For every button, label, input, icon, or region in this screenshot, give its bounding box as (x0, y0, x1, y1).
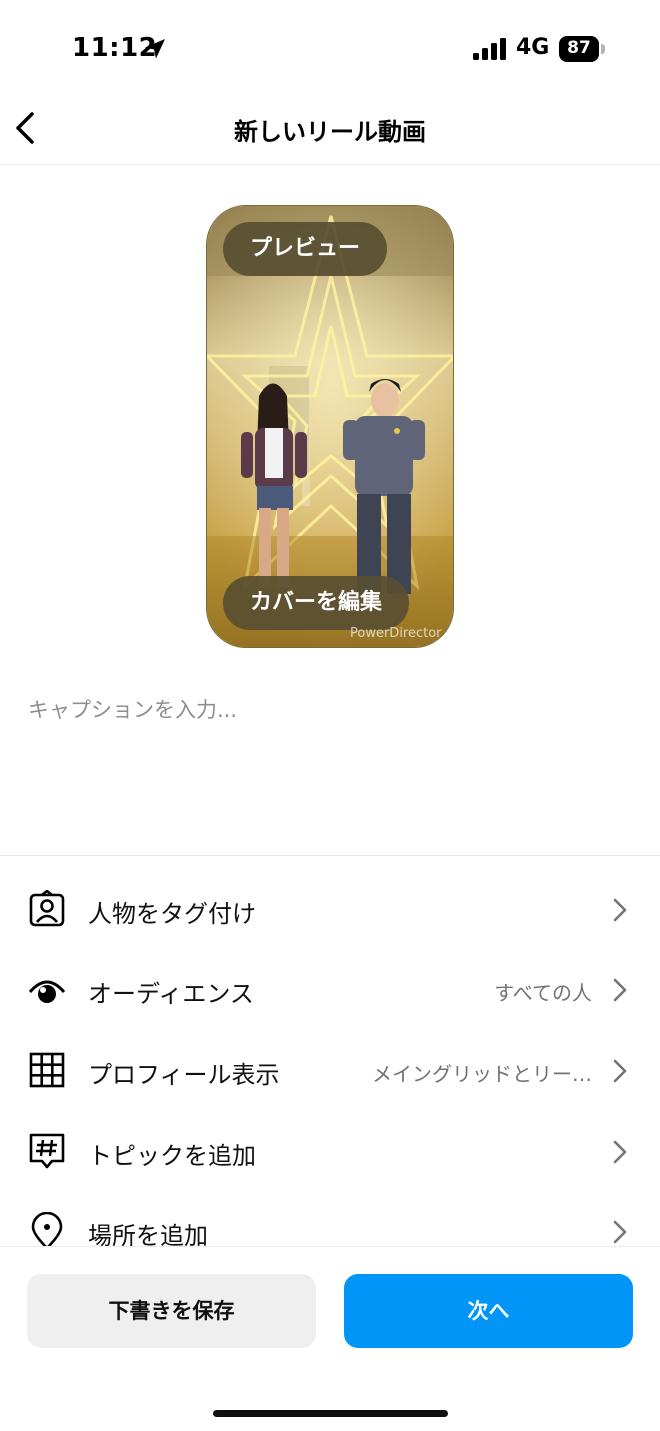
tag-people-row[interactable]: 人物をタグ付け (0, 870, 660, 950)
watermark-text: PowerDirector (350, 626, 442, 641)
reel-share-screen: 11:12 4G 87 新しいリール動画 プレビュー カバーを編集 PowerD… (0, 0, 660, 1431)
chevron-right-icon (613, 1140, 627, 1164)
row-label: プロフィール表示 (88, 1061, 280, 1089)
add-topic-row[interactable]: トピックを追加 (0, 1112, 660, 1192)
chevron-right-icon (613, 1059, 627, 1083)
edit-cover-button[interactable]: カバーを編集 (223, 576, 409, 630)
audience-row[interactable]: オーディエンス すべての人 (0, 950, 660, 1030)
chevron-right-icon (613, 1220, 627, 1244)
row-label: トピックを追加 (88, 1142, 256, 1170)
hashtag-icon (29, 1133, 65, 1169)
row-value: メイングリッドとリー… (372, 1062, 592, 1086)
tag-person-icon (29, 890, 65, 927)
home-indicator[interactable] (213, 1410, 448, 1417)
bottom-action-bar: 下書きを保存 次へ (0, 1246, 660, 1431)
page-title: 新しいリール動画 (234, 118, 426, 146)
caption-input[interactable]: キャプションを入力... (28, 694, 237, 724)
grid-icon (29, 1052, 65, 1088)
profile-display-row[interactable]: プロフィール表示 メイングリッドとリー… (0, 1031, 660, 1111)
eye-icon (28, 980, 66, 1003)
preview-button[interactable]: プレビュー (223, 222, 387, 276)
battery-icon: 87 (559, 36, 605, 62)
chevron-right-icon (613, 898, 627, 922)
row-label: オーディエンス (88, 980, 254, 1008)
row-label: 人物をタグ付け (88, 900, 256, 928)
location-arrow-icon (145, 39, 165, 59)
status-bar: 11:12 4G 87 (0, 0, 660, 100)
battery-level: 87 (567, 38, 591, 58)
nav-header: 新しいリール動画 (0, 100, 660, 165)
divider (0, 855, 660, 856)
chevron-right-icon (613, 978, 627, 1002)
location-pin-icon (31, 1212, 63, 1250)
network-type: 4G (516, 35, 550, 60)
video-preview[interactable]: プレビュー カバーを編集 PowerDirector (206, 205, 454, 648)
row-value: すべての人 (494, 981, 592, 1005)
next-button[interactable]: 次へ (344, 1274, 633, 1348)
signal-icon (473, 38, 506, 60)
save-draft-button[interactable]: 下書きを保存 (27, 1274, 316, 1348)
